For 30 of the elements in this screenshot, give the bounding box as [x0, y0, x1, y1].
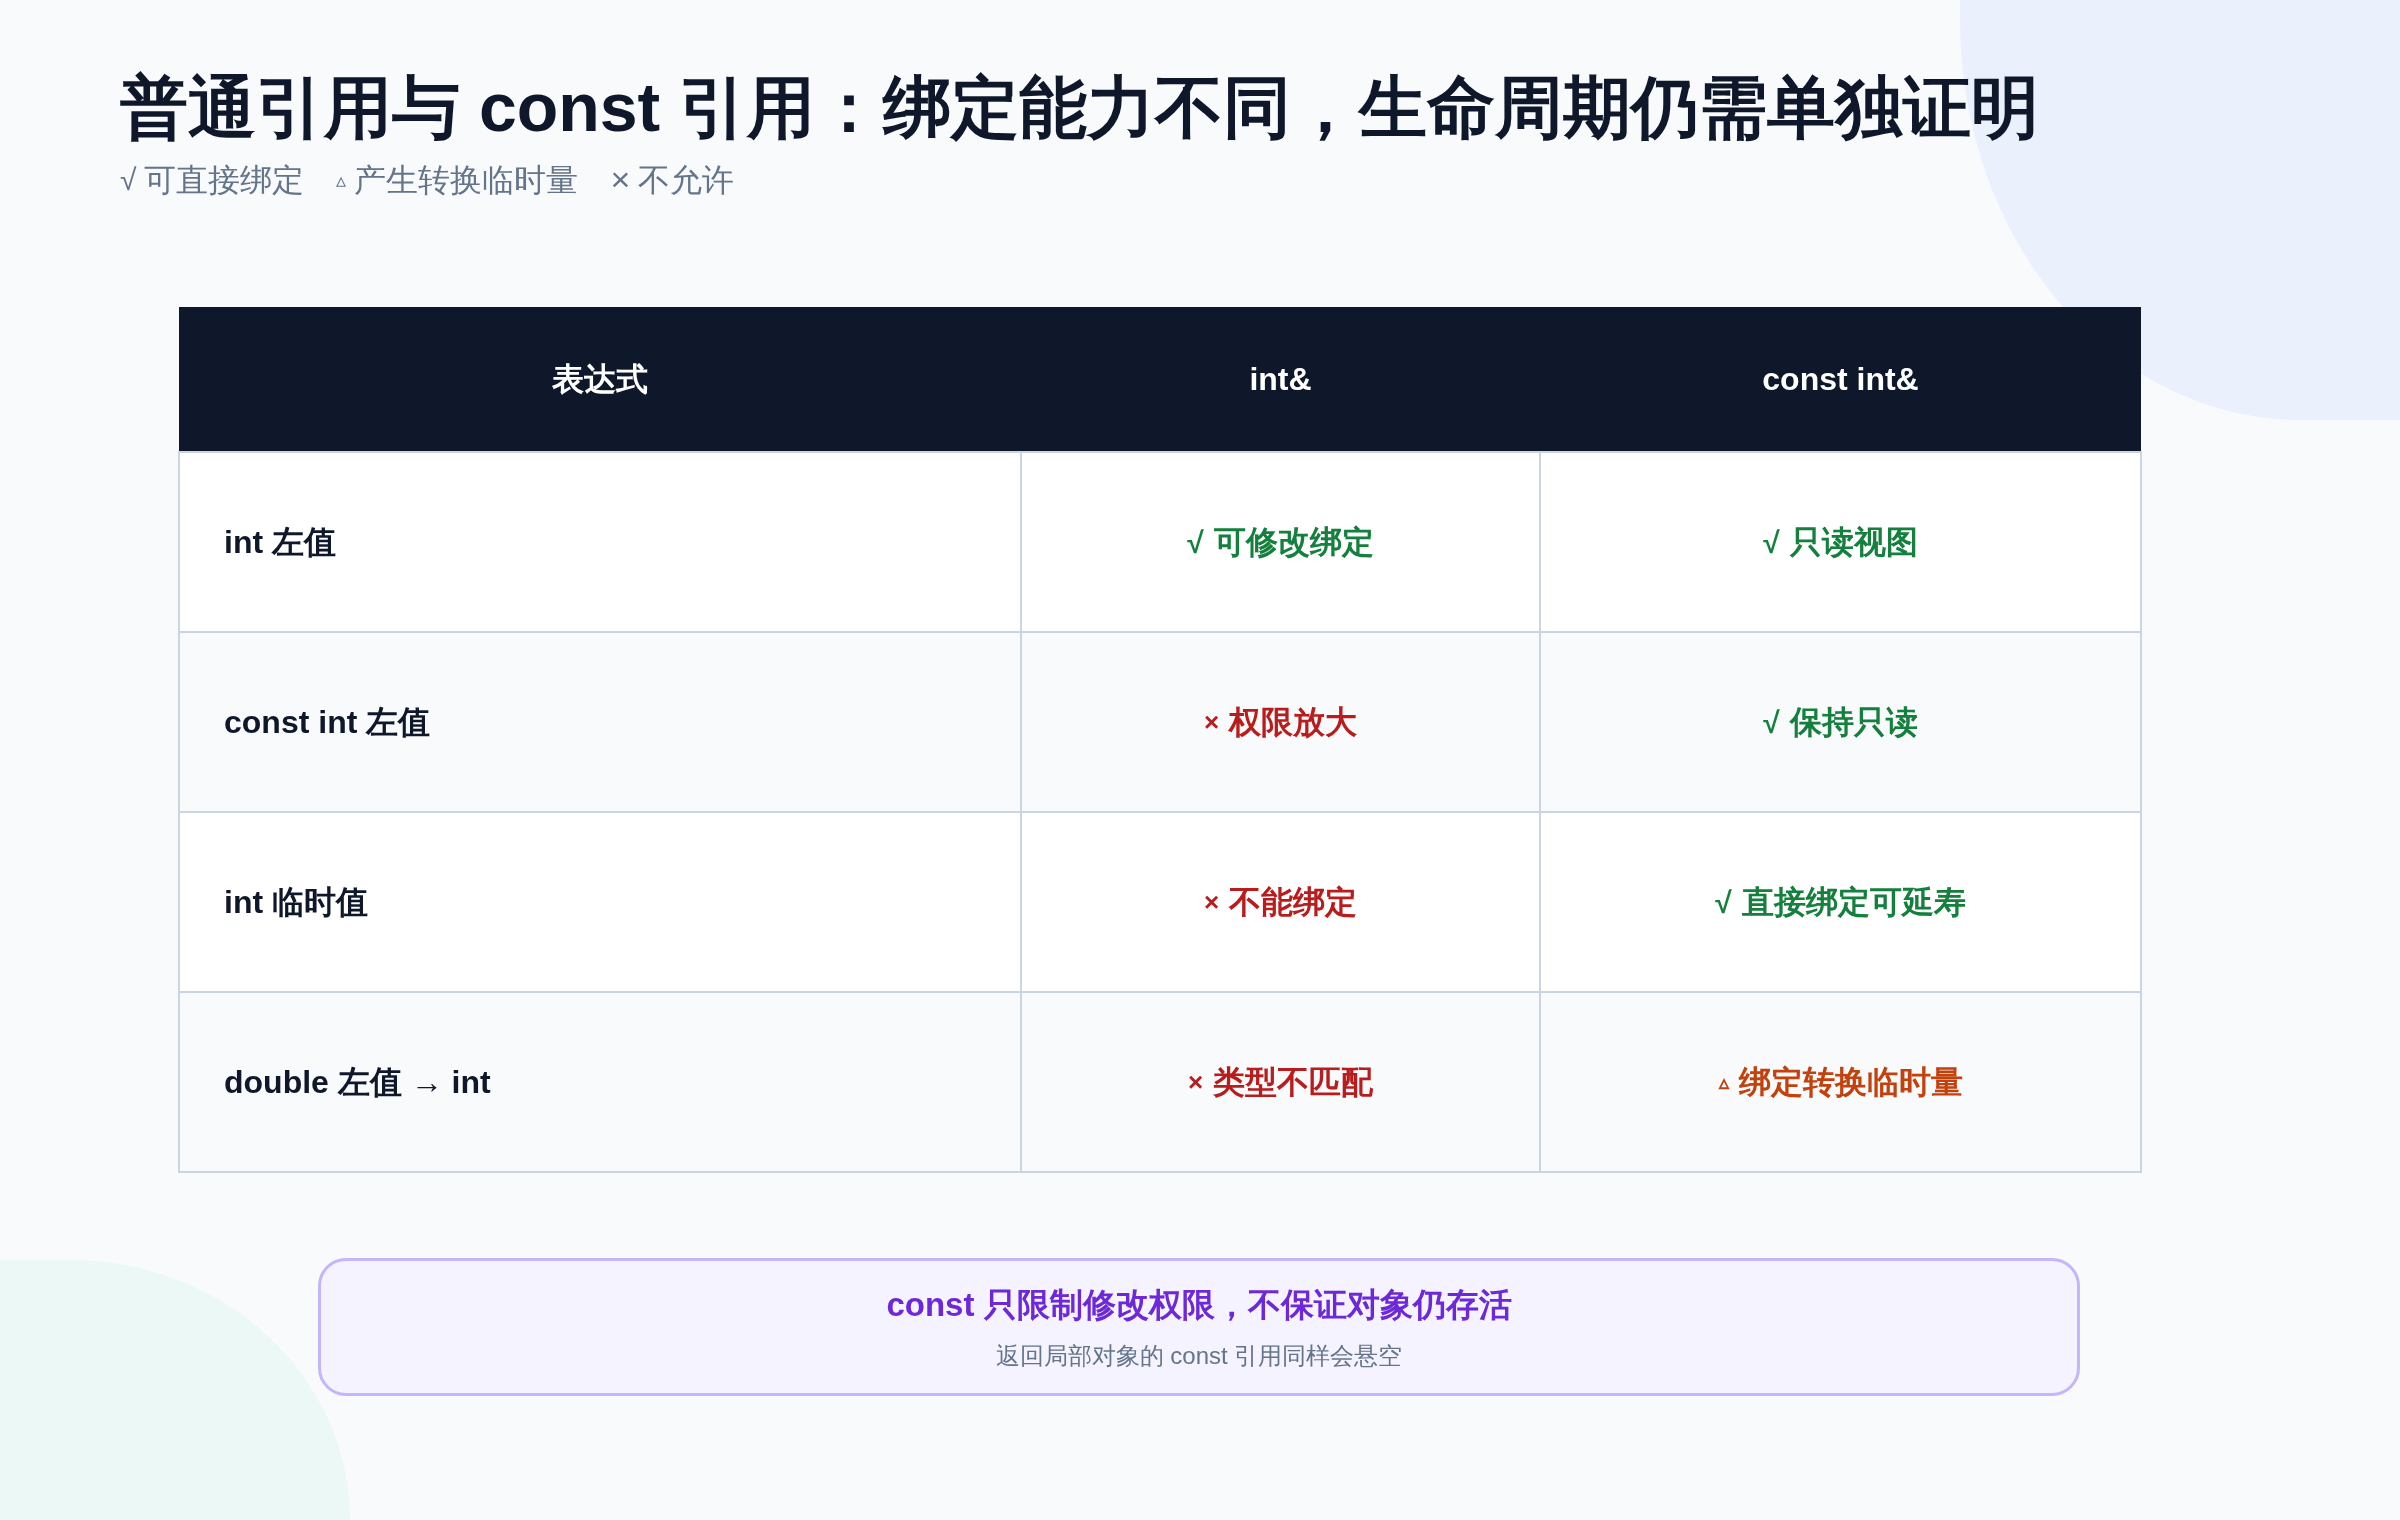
cross-mark: × [1203, 705, 1220, 739]
cross-mark: × [1187, 1065, 1204, 1099]
status-text: 可修改绑定 [1213, 523, 1374, 562]
legend-label: 产生转换临时量 [354, 160, 579, 200]
page-title: 普通引用与 const 引用：绑定能力不同，生命周期仍需单独证明 [120, 68, 2041, 147]
column-header: 表达式 [179, 307, 1021, 452]
expression-cell: double 左值 → int [179, 992, 1021, 1172]
status-text: 不能绑定 [1229, 883, 1358, 922]
check-mark: √ [120, 162, 137, 198]
check-mark: √ [1763, 704, 1780, 741]
status-text: 只读视图 [1789, 523, 1918, 562]
status-text: 直接绑定可延寿 [1741, 883, 1966, 922]
cross-mark: × [610, 159, 631, 200]
legend-label: 不允许 [638, 160, 735, 200]
column-header: int& [1021, 307, 1540, 452]
status-text: 绑定转换临时量 [1738, 1063, 1963, 1102]
callout-title: const 只限制修改权限，不保证对象仍存活 [886, 1285, 1512, 1326]
triangle-mark: ▵ [1718, 1070, 1729, 1095]
check-mark: √ [1715, 884, 1732, 921]
triangle-mark: ▵ [336, 167, 347, 193]
legend-label: 可直接绑定 [144, 160, 305, 200]
check-mark: √ [1187, 524, 1204, 561]
status-text: 类型不匹配 [1213, 1063, 1374, 1102]
status-text: 保持只读 [1789, 703, 1918, 742]
expression-cell: int 左值 [179, 452, 1021, 632]
column-header: const int& [1540, 307, 2141, 452]
cross-mark: × [1203, 885, 1220, 919]
check-mark: √ [1763, 524, 1780, 561]
status-text: 权限放大 [1229, 703, 1358, 742]
callout-subtitle: 返回局部对象的 const 引用同样会悬空 [995, 1340, 1403, 1371]
